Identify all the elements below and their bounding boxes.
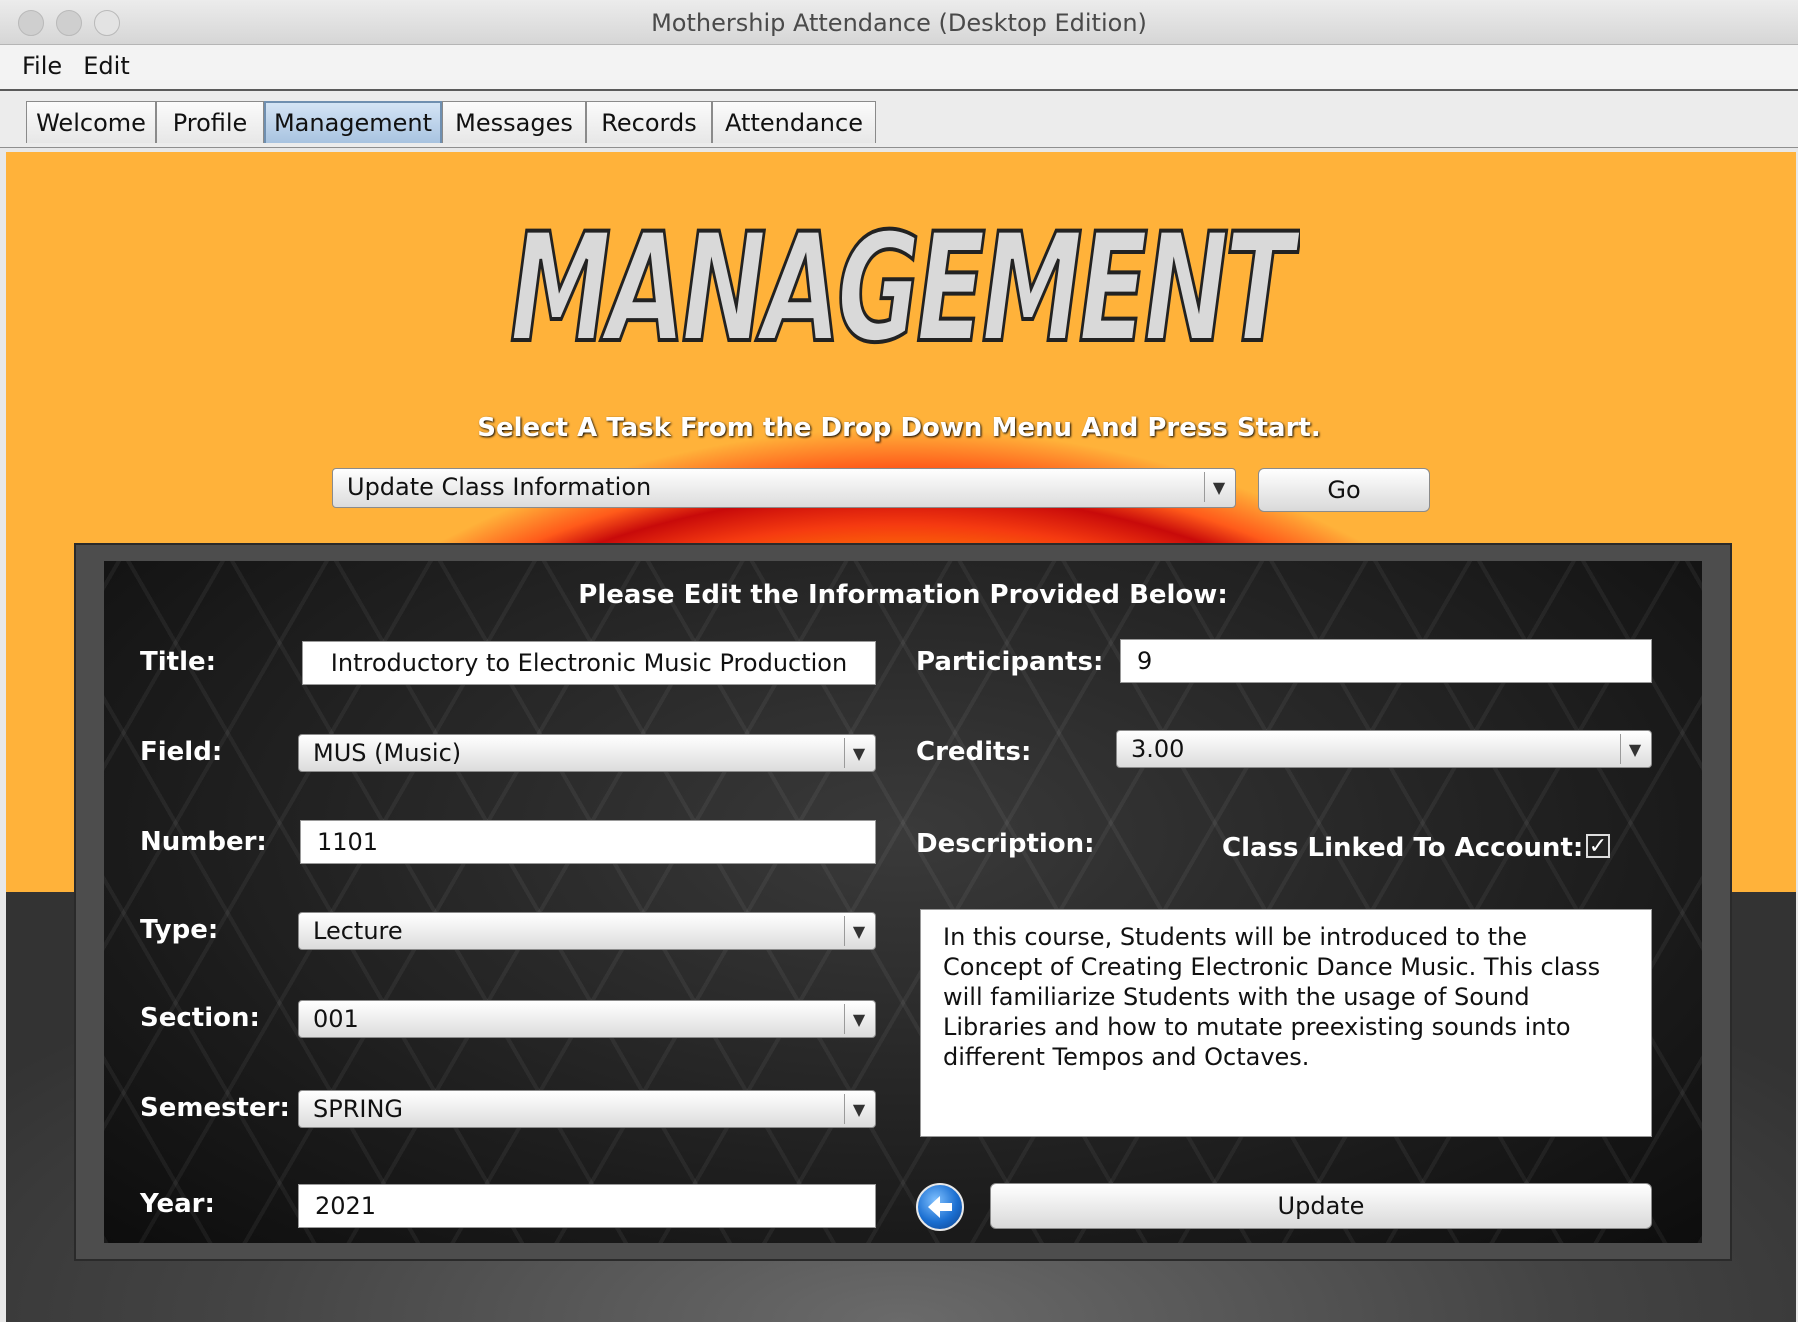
field-select-value: MUS (Music) xyxy=(313,739,462,767)
go-button[interactable]: Go xyxy=(1258,468,1430,512)
description-textarea[interactable]: In this course, Students will be introdu… xyxy=(920,909,1652,1137)
year-label: Year: xyxy=(140,1189,215,1219)
chevron-down-icon: ▼ xyxy=(844,738,873,768)
type-select-value: Lecture xyxy=(313,917,403,945)
tab-messages[interactable]: Messages xyxy=(442,101,586,143)
type-label: Type: xyxy=(140,915,219,945)
participants-label: Participants: xyxy=(916,647,1104,677)
chevron-down-icon: ▼ xyxy=(844,1004,873,1034)
back-button[interactable] xyxy=(916,1183,964,1231)
semester-label: Semester: xyxy=(140,1093,290,1123)
tab-records[interactable]: Records xyxy=(586,101,712,143)
form-heading: Please Edit the Information Provided Bel… xyxy=(578,580,1228,610)
description-label: Description: xyxy=(916,829,1095,859)
logo-text: MANAGEMENT xyxy=(510,210,1300,370)
instruction-text: Select A Task From the Drop Down Menu An… xyxy=(477,413,1321,443)
task-select[interactable]: Update Class Information ▼ xyxy=(332,468,1236,508)
menu-edit[interactable]: Edit xyxy=(83,52,129,80)
update-button[interactable]: Update xyxy=(990,1183,1652,1229)
tab-welcome[interactable]: Welcome xyxy=(26,101,156,143)
title-label: Title: xyxy=(140,647,217,677)
chevron-down-icon: ▼ xyxy=(844,1094,873,1124)
credits-select[interactable]: 3.00 ▼ xyxy=(1116,730,1652,768)
number-label: Number: xyxy=(140,827,267,857)
tab-management[interactable]: Management xyxy=(264,101,442,143)
semester-select-value: SPRING xyxy=(313,1095,404,1123)
tab-strip: Welcome Profile Management Messages Reco… xyxy=(0,91,1798,148)
task-select-value: Update Class Information xyxy=(347,473,652,501)
section-select[interactable]: 001 ▼ xyxy=(298,1000,876,1038)
back-arrow-icon xyxy=(928,1196,952,1218)
title-field[interactable]: Introductory to Electronic Music Product… xyxy=(302,641,876,685)
year-field[interactable]: 2021 xyxy=(298,1184,876,1228)
tab-profile[interactable]: Profile xyxy=(156,101,264,143)
title-bar: Mothership Attendance (Desktop Edition) xyxy=(0,0,1798,45)
credits-select-value: 3.00 xyxy=(1131,735,1185,763)
checkmark-icon: ✓ xyxy=(1588,834,1608,859)
chevron-down-icon: ▼ xyxy=(1204,472,1233,502)
semester-select[interactable]: SPRING ▼ xyxy=(298,1090,876,1128)
class-linked-checkbox[interactable]: ✓ xyxy=(1586,834,1610,858)
class-linked-label: Class Linked To Account: xyxy=(1222,833,1584,863)
field-label: Field: xyxy=(140,737,223,767)
number-field[interactable]: 1101 xyxy=(300,820,876,864)
tab-attendance[interactable]: Attendance xyxy=(712,101,876,143)
section-select-value: 001 xyxy=(313,1005,359,1033)
field-select[interactable]: MUS (Music) ▼ xyxy=(298,734,876,772)
section-label: Section: xyxy=(140,1003,260,1033)
participants-field[interactable]: 9 xyxy=(1120,639,1652,683)
type-select[interactable]: Lecture ▼ xyxy=(298,912,876,950)
menu-file[interactable]: File xyxy=(22,52,62,80)
chevron-down-icon: ▼ xyxy=(844,916,873,946)
chevron-down-icon: ▼ xyxy=(1620,734,1649,764)
menu-bar: File Edit xyxy=(0,45,1798,91)
credits-label: Credits: xyxy=(916,737,1032,767)
management-logo: MANAGEMENT xyxy=(508,210,1300,370)
window-title: Mothership Attendance (Desktop Edition) xyxy=(651,9,1147,37)
